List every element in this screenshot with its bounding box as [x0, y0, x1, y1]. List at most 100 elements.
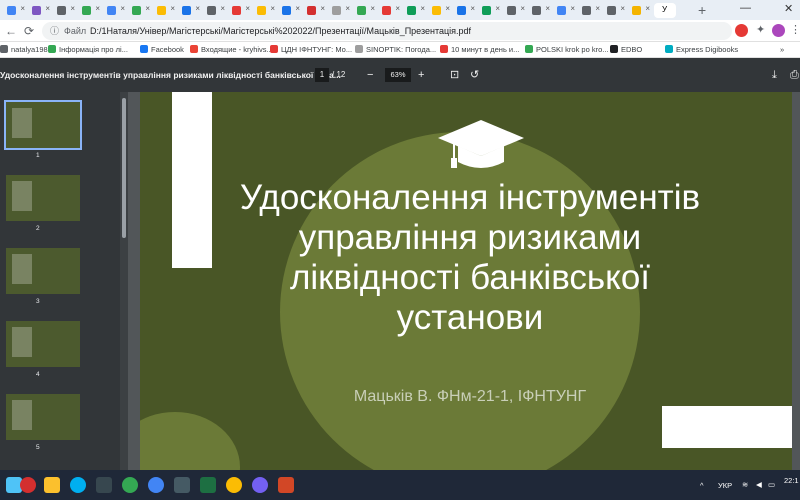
browser-tab[interactable]: ×: [579, 3, 601, 18]
app-icon[interactable]: [174, 477, 190, 493]
adblock-icon[interactable]: [735, 24, 748, 37]
address-bar[interactable]: ⓘ Файл D:/1Наталя/Універ/Магістерські/Ма…: [42, 22, 732, 40]
browser-tab[interactable]: ×: [404, 3, 426, 18]
thumbnail-sidebar[interactable]: 1 2 3 4 5: [0, 92, 120, 470]
zoom-out-icon[interactable]: −: [367, 69, 373, 81]
wifi-icon[interactable]: ≋: [742, 480, 748, 489]
browser-tab[interactable]: ×: [29, 3, 51, 18]
tab-close-icon[interactable]: ×: [320, 4, 325, 13]
tab-close-icon[interactable]: ×: [45, 4, 50, 13]
tab-close-icon[interactable]: ×: [420, 4, 425, 13]
page-thumbnail[interactable]: [6, 394, 80, 440]
tab-close-icon[interactable]: ×: [470, 4, 475, 13]
browser-tab[interactable]: ×: [229, 3, 251, 18]
tab-close-icon[interactable]: ×: [570, 4, 575, 13]
close-window-button[interactable]: ✕: [784, 2, 793, 15]
tab-close-icon[interactable]: ×: [445, 4, 450, 13]
profile-avatar[interactable]: [772, 24, 785, 37]
browser-tab[interactable]: ×: [554, 3, 576, 18]
menu-icon[interactable]: ⋮: [790, 23, 800, 36]
tab-close-icon[interactable]: ×: [595, 4, 600, 13]
rotate-icon[interactable]: ↺: [470, 69, 479, 81]
zoom-in-icon[interactable]: +: [418, 69, 424, 81]
page-thumbnail[interactable]: [6, 321, 80, 367]
browser-tab[interactable]: ×: [629, 3, 651, 18]
tab-close-icon[interactable]: ×: [20, 4, 25, 13]
tab-close-icon[interactable]: ×: [495, 4, 500, 13]
page-thumbnail[interactable]: [6, 175, 80, 221]
browser-tab[interactable]: ×: [204, 3, 226, 18]
tab-close-icon[interactable]: ×: [245, 4, 250, 13]
opera-icon[interactable]: [20, 477, 36, 493]
browser-tab[interactable]: ×: [304, 3, 326, 18]
bookmarks-more[interactable]: »: [780, 45, 784, 55]
excel-icon[interactable]: [200, 477, 216, 493]
browser-tab[interactable]: ×: [479, 3, 501, 18]
clock[interactable]: 22:1: [784, 476, 799, 485]
page-thumbnail[interactable]: [4, 100, 82, 150]
tray-chevron-icon[interactable]: ^: [700, 481, 704, 490]
bookmark-item[interactable]: EDBO: [610, 45, 642, 55]
browser-tab[interactable]: ×: [604, 3, 626, 18]
tab-close-icon[interactable]: ×: [120, 4, 125, 13]
app-icon[interactable]: [96, 477, 112, 493]
chrome-icon[interactable]: [122, 477, 138, 493]
tab-close-icon[interactable]: ×: [145, 4, 150, 13]
battery-icon[interactable]: ▭: [768, 480, 775, 489]
browser-tab[interactable]: ×: [504, 3, 526, 18]
tab-close-icon[interactable]: ×: [345, 4, 350, 13]
browser-tab[interactable]: ×: [429, 3, 451, 18]
bookmark-item[interactable]: 10 минут в день и...: [440, 45, 519, 55]
browser-tab[interactable]: ×: [54, 3, 76, 18]
tab-close-icon[interactable]: ×: [395, 4, 400, 13]
minimize-button[interactable]: —: [740, 2, 751, 14]
powerpoint-icon[interactable]: [278, 477, 294, 493]
bookmark-item[interactable]: POLSKI krok po kro...: [525, 45, 609, 55]
thumbnail-scrollbar[interactable]: [120, 92, 128, 470]
bookmark-item[interactable]: Facebook: [140, 45, 184, 55]
tab-close-icon[interactable]: ×: [95, 4, 100, 13]
browser-tab[interactable]: ×: [4, 3, 26, 18]
main-scrollbar[interactable]: [792, 92, 800, 470]
browser-tab[interactable]: ×: [254, 3, 276, 18]
bookmark-item[interactable]: SINOPTIK: Погода...: [355, 45, 436, 55]
tab-close-icon[interactable]: ×: [645, 4, 650, 13]
bookmark-item[interactable]: ЦДН ІФНТУНГ: Мо...: [270, 45, 352, 55]
tab-close-icon[interactable]: ×: [270, 4, 275, 13]
browser-tab[interactable]: ×: [454, 3, 476, 18]
browser-tab[interactable]: ×: [179, 3, 201, 18]
download-icon[interactable]: ⤓: [772, 69, 777, 81]
tab-close-icon[interactable]: ×: [545, 4, 550, 13]
new-tab-button[interactable]: +: [698, 2, 706, 18]
browser-tab[interactable]: ×: [379, 3, 401, 18]
tab-close-icon[interactable]: ×: [220, 4, 225, 13]
zoom-level[interactable]: 63%: [385, 68, 411, 82]
info-icon[interactable]: ⓘ: [50, 22, 59, 40]
bookmark-item[interactable]: natalya198...: [0, 45, 54, 55]
tab-close-icon[interactable]: ×: [70, 4, 75, 13]
active-browser-tab[interactable]: У: [654, 3, 676, 18]
browser-tab[interactable]: ×: [104, 3, 126, 18]
bookmark-item[interactable]: Інформація про лі...: [48, 45, 128, 55]
reload-icon[interactable]: ⟳: [22, 24, 36, 38]
page-number-input[interactable]: 1: [315, 68, 329, 82]
tab-close-icon[interactable]: ×: [170, 4, 175, 13]
browser-tab[interactable]: ×: [154, 3, 176, 18]
chrome-icon[interactable]: [226, 477, 242, 493]
skype-icon[interactable]: [70, 477, 86, 493]
tab-close-icon[interactable]: ×: [620, 4, 625, 13]
tab-close-icon[interactable]: ×: [520, 4, 525, 13]
browser-tab[interactable]: ×: [279, 3, 301, 18]
page-thumbnail[interactable]: [6, 248, 80, 294]
browser-tab[interactable]: ×: [129, 3, 151, 18]
browser-tab[interactable]: ×: [529, 3, 551, 18]
bookmark-item[interactable]: Входящие - kryhivs...: [190, 45, 273, 55]
language-indicator[interactable]: УКР: [718, 481, 732, 490]
bookmark-item[interactable]: Express Digibooks: [665, 45, 738, 55]
print-icon[interactable]: ⎙: [790, 69, 799, 81]
browser-tab[interactable]: ×: [79, 3, 101, 18]
browser-tab[interactable]: ×: [354, 3, 376, 18]
browser-tab[interactable]: ×: [329, 3, 351, 18]
tab-close-icon[interactable]: ×: [295, 4, 300, 13]
extensions-icon[interactable]: ✦: [756, 23, 765, 36]
